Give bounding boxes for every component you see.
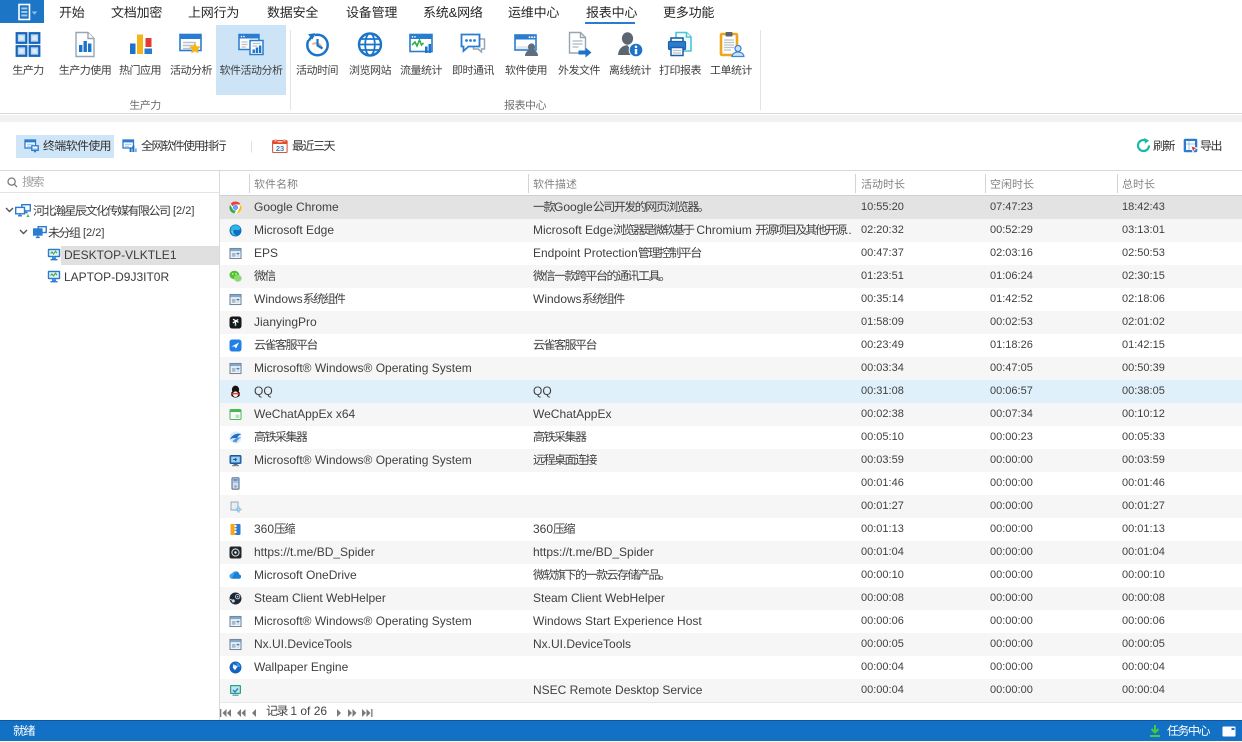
- svg-text:23: 23: [276, 144, 284, 153]
